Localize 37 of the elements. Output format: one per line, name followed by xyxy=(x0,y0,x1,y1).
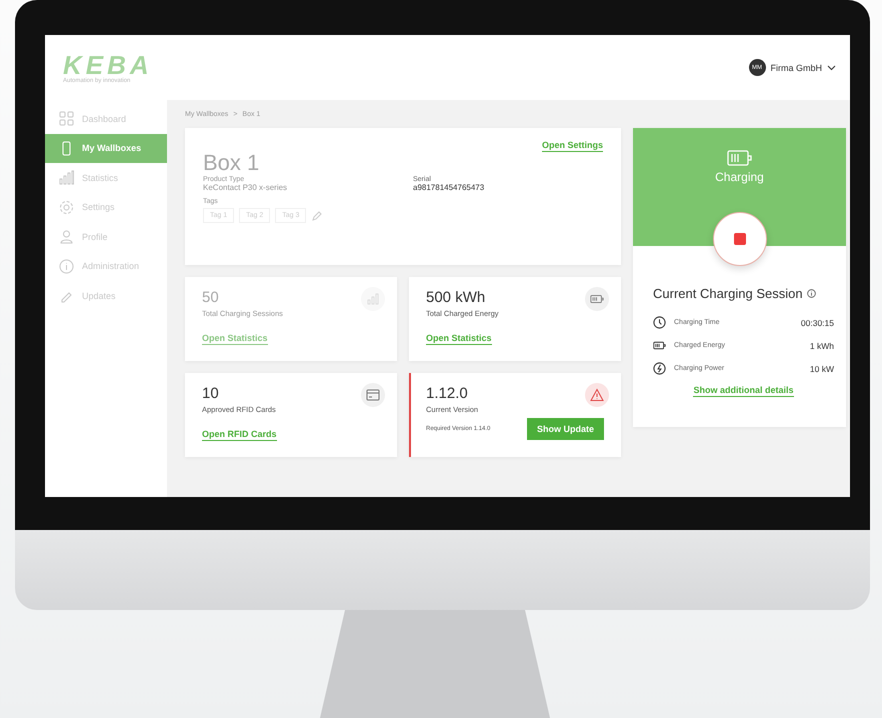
stat-value: 1.12.0 xyxy=(426,385,468,402)
bar-chart-icon xyxy=(59,170,74,186)
logo: KEBA xyxy=(63,52,153,78)
field-value: KeContact P30 x-series xyxy=(203,183,288,192)
caret-icon[interactable] xyxy=(827,64,836,70)
additional-details-link[interactable]: Show additional details xyxy=(693,385,794,397)
stat-link[interactable]: Open Statistics xyxy=(202,333,268,345)
session-value: 1 kWh xyxy=(810,340,834,350)
field-value: a981781454765473 xyxy=(413,183,486,192)
person-icon xyxy=(59,229,74,244)
gear-icon xyxy=(59,200,74,215)
wallbox-title: Box 1 xyxy=(203,150,260,176)
clock-icon xyxy=(653,316,666,329)
account-name[interactable]: Firma GmbH xyxy=(770,62,822,72)
stat-link[interactable]: Open Statistics xyxy=(426,333,492,345)
info-icon[interactable] xyxy=(806,289,816,298)
bar-chart-icon xyxy=(366,292,380,306)
sidebar-item[interactable]: My Wallboxes xyxy=(45,134,167,163)
stat-value: 500 kWh xyxy=(426,289,486,306)
session-value: 10 kW xyxy=(810,364,834,374)
show-update-button[interactable]: Show Update xyxy=(526,418,604,440)
grid-icon xyxy=(59,111,74,126)
stat-value: 10 xyxy=(202,385,219,402)
battery-icon xyxy=(590,292,604,306)
lightning-icon xyxy=(653,362,666,375)
battery-icon xyxy=(653,339,666,352)
warning-icon xyxy=(590,388,604,402)
session-value: 00:30:15 xyxy=(800,318,834,328)
open-settings-link[interactable]: Open Settings xyxy=(542,140,603,152)
charging-status: Charging xyxy=(715,170,764,184)
info-icon xyxy=(59,258,74,274)
stat-value: 50 xyxy=(202,289,219,306)
stop-button[interactable] xyxy=(712,212,766,266)
stat-link[interactable]: Open RFID Cards xyxy=(202,429,277,441)
battery-icon xyxy=(726,150,752,166)
session-title: Current Charging Session xyxy=(653,286,803,301)
credit-card-icon xyxy=(366,388,380,402)
